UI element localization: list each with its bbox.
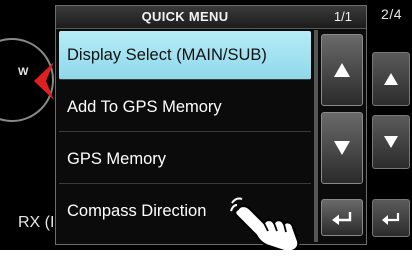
pointing-hand-icon	[230, 197, 300, 250]
background-page-indicator: 2/4	[381, 6, 402, 22]
menu-item-label: Display Select (MAIN/SUB)	[67, 45, 267, 64]
background-back-button[interactable]	[372, 199, 410, 237]
quick-menu: QUICK MENU 1/1 Display Select (MAIN/SUB)…	[55, 5, 367, 245]
background-down-button[interactable]	[372, 115, 410, 169]
menu-item-display-select[interactable]: Display Select (MAIN/SUB)	[59, 31, 311, 80]
radio-screen: 2/4 W RX (I QUICK MENU 1/1 Display Selec…	[0, 0, 412, 250]
return-arrow-icon	[332, 212, 352, 225]
down-triangle-icon	[384, 136, 398, 148]
background-compass-west-label: W	[18, 66, 29, 78]
menu-item-gps-memory[interactable]: GPS Memory	[59, 135, 311, 184]
quick-menu-title: QUICK MENU	[141, 9, 229, 24]
menu-scroll-track	[314, 30, 318, 242]
scroll-down-button[interactable]	[321, 112, 363, 184]
menu-item-add-to-gps-memory[interactable]: Add To GPS Memory	[59, 83, 311, 132]
quick-menu-page-indicator: 1/1	[333, 9, 352, 24]
down-triangle-icon	[334, 141, 350, 155]
screen-bottom-margin	[0, 250, 412, 258]
menu-item-label: Compass Direction	[67, 202, 207, 220]
return-arrow-icon	[382, 213, 400, 225]
up-triangle-icon	[334, 63, 350, 77]
back-button[interactable]	[321, 199, 363, 236]
background-up-button[interactable]	[372, 52, 410, 106]
menu-item-label: Add To GPS Memory	[67, 97, 222, 116]
scroll-up-button[interactable]	[321, 34, 363, 106]
background-rx-label: RX (I	[18, 214, 55, 231]
menu-item-label: GPS Memory	[67, 149, 167, 168]
quick-menu-header: QUICK MENU 1/1	[56, 6, 366, 29]
compass-needle-icon	[34, 62, 54, 100]
up-triangle-icon	[384, 73, 398, 85]
